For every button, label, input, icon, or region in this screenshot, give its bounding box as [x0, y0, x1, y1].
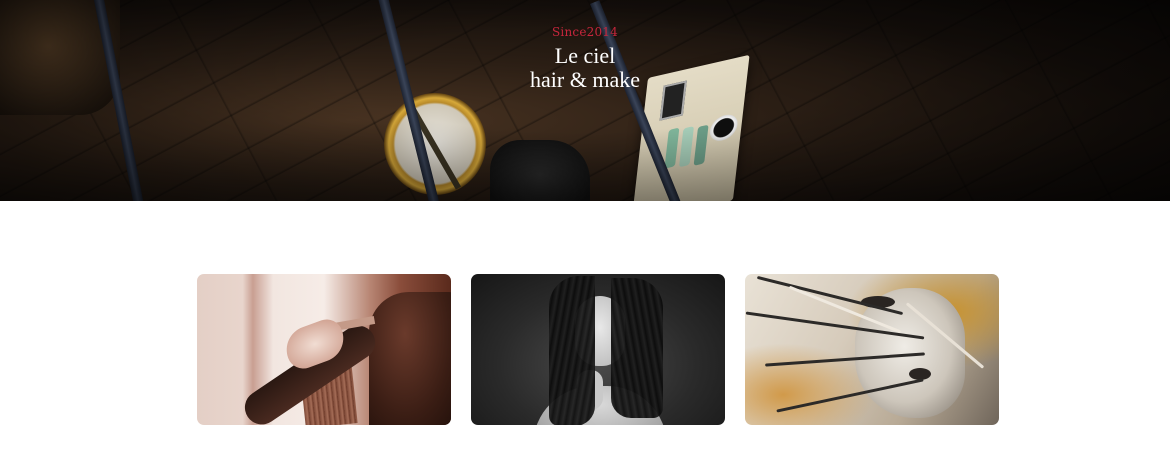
brand-name-line-2: hair & make: [530, 67, 640, 92]
photo-hair-left: [549, 276, 595, 425]
photo-stylist-figure: [369, 292, 451, 425]
brand-name[interactable]: Le ciel hair & make: [0, 44, 1170, 92]
gallery-photo-painting[interactable]: [745, 274, 999, 425]
gallery-photo-woman[interactable]: [471, 274, 725, 425]
brand-name-line-1: Le ciel: [554, 43, 616, 68]
brand-block: Since2014 Le ciel hair & make: [0, 24, 1170, 92]
photo-hair-right: [611, 278, 663, 418]
gallery-photo-hairdresser[interactable]: [197, 274, 451, 425]
since-label: Since2014: [552, 25, 618, 39]
hero-banner: Since2014 Le ciel hair & make: [0, 0, 1170, 201]
photo-gallery: [197, 274, 999, 425]
